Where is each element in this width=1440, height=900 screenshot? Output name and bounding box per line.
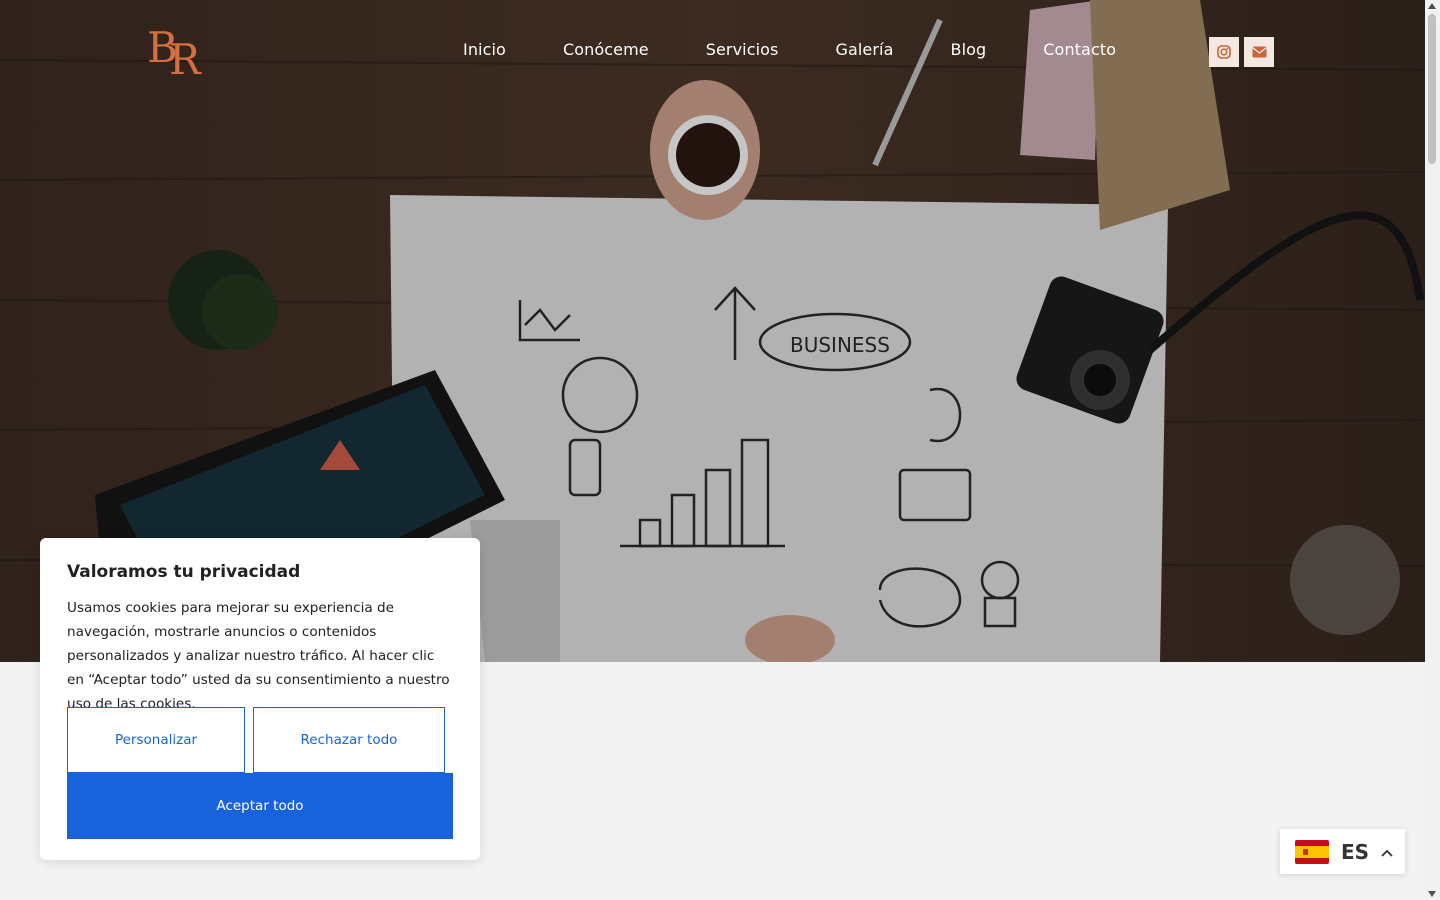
nav-item-servicios[interactable]: Servicios	[706, 40, 779, 59]
nav-item-conoceme[interactable]: Conóceme	[563, 40, 649, 59]
instagram-icon	[1217, 45, 1231, 59]
nav-item-galeria[interactable]: Galería	[835, 40, 893, 59]
nav-item-blog[interactable]: Blog	[951, 40, 987, 59]
language-code: ES	[1341, 839, 1370, 864]
nav-item-contacto[interactable]: Contacto	[1043, 40, 1116, 59]
customize-button[interactable]: Personalizar	[67, 707, 245, 773]
cookie-title: Valoramos tu privacidad	[67, 562, 301, 582]
envelope-icon	[1251, 46, 1267, 58]
email-button[interactable]	[1244, 37, 1274, 67]
page-scrollbar[interactable]	[1425, 0, 1440, 900]
language-switcher[interactable]: ES	[1280, 829, 1405, 874]
cookie-consent-banner: Valoramos tu privacidad Usamos cookies p…	[40, 538, 480, 860]
cookie-button-row: Personalizar Rechazar todo	[67, 707, 445, 773]
site-logo[interactable]: B R	[145, 18, 217, 84]
cookie-body: Usamos cookies para mejorar su experienc…	[67, 600, 450, 712]
scroll-down-arrow-icon[interactable]	[1428, 891, 1436, 897]
nav-item-inicio[interactable]: Inicio	[463, 40, 506, 59]
accept-all-button[interactable]: Aceptar todo	[67, 773, 453, 839]
reject-all-button[interactable]: Rechazar todo	[253, 707, 445, 773]
social-links	[1209, 37, 1274, 67]
logo-letter-r: R	[169, 35, 202, 82]
scrollbar-thumb[interactable]	[1428, 14, 1436, 164]
main-navigation: Inicio Conóceme Servicios Galería Blog C…	[463, 40, 1173, 59]
chevron-up-icon	[1381, 844, 1393, 860]
spain-flag-icon	[1295, 839, 1329, 864]
instagram-button[interactable]	[1209, 37, 1239, 67]
scroll-up-arrow-icon[interactable]	[1428, 3, 1436, 9]
